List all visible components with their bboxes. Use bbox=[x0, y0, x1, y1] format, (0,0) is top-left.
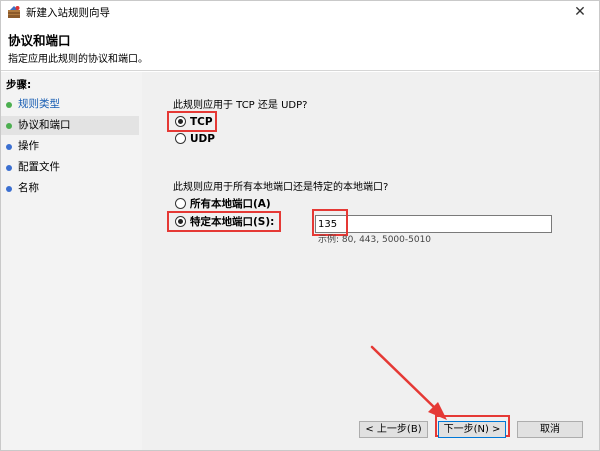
cancel-button[interactable]: 取消 bbox=[517, 421, 583, 438]
step-status-icon bbox=[6, 102, 12, 108]
sidebar-item-rule-type[interactable]: 规则类型 bbox=[1, 95, 139, 114]
all-ports-radio[interactable]: 所有本地端口(A) bbox=[174, 196, 271, 212]
back-button[interactable]: < 上一步(B) bbox=[359, 421, 428, 438]
wizard-header: 协议和端口 指定应用此规则的协议和端口。 bbox=[1, 23, 599, 71]
step-status-icon bbox=[6, 144, 12, 150]
firewall-app-icon bbox=[8, 6, 20, 18]
udp-label: UDP bbox=[190, 133, 215, 145]
radio-unselected-icon bbox=[175, 198, 186, 209]
sidebar-item-action[interactable]: 操作 bbox=[1, 137, 139, 156]
title-bar: 新建入站规则向导 ✕ bbox=[1, 1, 599, 23]
specific-ports-label: 特定本地端口(S): bbox=[190, 216, 275, 228]
sidebar-item-label: 协议和端口 bbox=[18, 119, 71, 131]
wizard-content: 此规则应用于 TCP 还是 UDP? TCP UDP 此规则应用于所有本地端口还… bbox=[142, 72, 599, 450]
page-subtitle: 指定应用此规则的协议和端口。 bbox=[8, 54, 148, 65]
port-input[interactable] bbox=[315, 215, 552, 233]
sidebar-item-label: 规则类型 bbox=[18, 98, 60, 110]
port-example-text: 示例: 80, 443, 5000-5010 bbox=[318, 235, 432, 245]
steps-sidebar: 步骤: 规则类型 协议和端口 操作 配置文件 名称 bbox=[1, 72, 142, 450]
protocol-question: 此规则应用于 TCP 还是 UDP? bbox=[173, 100, 308, 111]
sidebar-item-protocol-ports[interactable]: 协议和端口 bbox=[1, 116, 139, 135]
radio-unselected-icon bbox=[175, 133, 186, 144]
tcp-label: TCP bbox=[190, 116, 213, 128]
wizard-window: 新建入站规则向导 ✕ 协议和端口 指定应用此规则的协议和端口。 步骤: 规则类型… bbox=[0, 0, 600, 451]
radio-selected-icon bbox=[175, 116, 186, 127]
close-icon: ✕ bbox=[574, 4, 586, 20]
close-button[interactable]: ✕ bbox=[565, 1, 595, 23]
sidebar-item-label: 名称 bbox=[18, 182, 39, 194]
all-ports-label: 所有本地端口(A) bbox=[190, 198, 271, 210]
sidebar-item-profile[interactable]: 配置文件 bbox=[1, 158, 139, 177]
sidebar-item-label: 操作 bbox=[18, 140, 39, 152]
tcp-radio[interactable]: TCP bbox=[174, 114, 213, 130]
next-button[interactable]: 下一步(N) > bbox=[438, 421, 506, 438]
step-status-icon bbox=[6, 165, 12, 171]
sidebar-item-label: 配置文件 bbox=[18, 161, 60, 173]
window-title: 新建入站规则向导 bbox=[26, 7, 110, 19]
steps-title: 步骤: bbox=[6, 79, 32, 91]
page-title: 协议和端口 bbox=[8, 33, 71, 48]
sidebar-item-name[interactable]: 名称 bbox=[1, 179, 139, 198]
specific-ports-radio[interactable]: 特定本地端口(S): bbox=[174, 214, 274, 230]
step-status-icon bbox=[6, 123, 12, 129]
ports-question: 此规则应用于所有本地端口还是特定的本地端口? bbox=[173, 182, 389, 193]
step-status-icon bbox=[6, 186, 12, 192]
udp-radio[interactable]: UDP bbox=[174, 131, 215, 147]
radio-selected-icon bbox=[175, 216, 186, 227]
